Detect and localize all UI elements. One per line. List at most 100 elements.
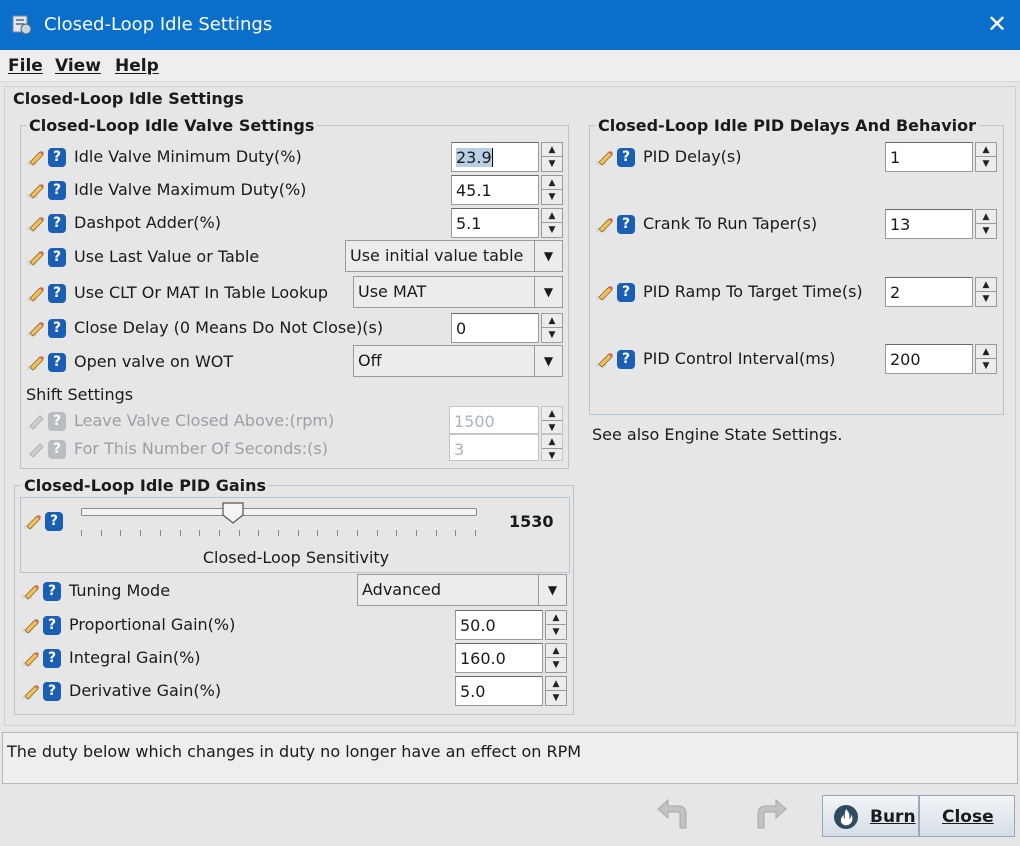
help-icon[interactable]: ? [43, 582, 61, 601]
spin-down-icon[interactable]: ▼ [542, 328, 562, 342]
last-value-dropdown[interactable]: Use initial value table ▼ [345, 240, 563, 272]
interval-spinner[interactable]: ▲ ▼ [975, 344, 997, 374]
pencil-icon[interactable] [26, 320, 46, 338]
spin-up-icon[interactable]: ▲ [976, 345, 996, 359]
integral-input[interactable]: 160.0 [455, 643, 543, 673]
spin-down-icon[interactable]: ▼ [542, 157, 562, 171]
spin-up-icon[interactable]: ▲ [976, 143, 996, 157]
help-icon[interactable]: ? [48, 284, 66, 303]
spin-up-icon[interactable]: ▲ [976, 210, 996, 224]
help-icon[interactable]: ? [43, 682, 61, 701]
help-icon[interactable]: ? [45, 512, 63, 531]
close-delay-spinner[interactable]: ▲ ▼ [541, 313, 563, 343]
spin-up-icon[interactable]: ▲ [976, 278, 996, 292]
spin-down-icon[interactable]: ▼ [976, 359, 996, 373]
chevron-down-icon[interactable]: ▼ [534, 277, 562, 307]
min-duty-input[interactable]: 23.9 [451, 142, 539, 172]
ramp-spinner[interactable]: ▲ ▼ [975, 277, 997, 307]
pencil-icon[interactable] [595, 351, 615, 369]
chevron-down-icon[interactable]: ▼ [534, 346, 562, 376]
pencil-icon[interactable] [595, 284, 615, 302]
help-icon[interactable]: ? [48, 148, 66, 167]
help-icon[interactable]: ? [617, 350, 635, 369]
pencil-icon[interactable] [23, 513, 43, 531]
pencil-icon[interactable] [26, 149, 46, 167]
pencil-icon[interactable] [26, 354, 46, 372]
spin-down-icon[interactable]: ▼ [542, 190, 562, 204]
help-icon[interactable]: ? [48, 214, 66, 233]
see-also-text: See also Engine State Settings. [592, 425, 843, 444]
dashpot-spinner[interactable]: ▲ ▼ [541, 208, 563, 238]
panel-title: Closed-Loop Idle Settings [10, 89, 247, 108]
help-icon[interactable]: ? [617, 215, 635, 234]
help-icon[interactable]: ? [48, 181, 66, 200]
pid-delay-spinner[interactable]: ▲ ▼ [975, 142, 997, 172]
help-icon[interactable]: ? [48, 353, 66, 372]
slider-tick [415, 530, 417, 536]
last-value-selected: Use initial value table [350, 246, 524, 265]
clt-mat-dropdown[interactable]: Use MAT ▼ [353, 276, 563, 308]
chevron-down-icon[interactable]: ▼ [538, 575, 566, 605]
integral-spinner[interactable]: ▲ ▼ [545, 643, 567, 673]
proportional-spinner[interactable]: ▲ ▼ [545, 610, 567, 640]
slider-thumb[interactable] [222, 502, 245, 524]
pencil-icon[interactable] [21, 617, 41, 635]
derivative-input[interactable]: 5.0 [455, 676, 543, 706]
spin-up-icon[interactable]: ▲ [542, 143, 562, 157]
pencil-icon[interactable] [26, 182, 46, 200]
spin-down-icon[interactable]: ▼ [546, 691, 566, 705]
spin-down-icon[interactable]: ▼ [546, 658, 566, 672]
menu-view[interactable]: View [55, 56, 101, 76]
pencil-icon[interactable] [21, 683, 41, 701]
spin-down-icon[interactable]: ▼ [542, 223, 562, 237]
min-duty-spinner[interactable]: ▲ ▼ [541, 142, 563, 172]
close-label: Close [942, 807, 994, 827]
max-duty-input[interactable]: 45.1 [451, 175, 539, 205]
burn-button[interactable]: Burn [822, 795, 919, 837]
close-delay-input[interactable]: 0 [451, 313, 539, 343]
close-window-icon[interactable]: ✕ [985, 12, 1009, 36]
slider-track[interactable] [81, 508, 477, 516]
crank-taper-label: Crank To Run Taper(s) [643, 214, 818, 233]
pencil-icon[interactable] [26, 285, 46, 303]
spin-up-icon[interactable]: ▲ [546, 611, 566, 625]
open-wot-dropdown[interactable]: Off ▼ [353, 345, 563, 377]
crank-taper-input[interactable]: 13 [885, 209, 973, 239]
proportional-input[interactable]: 50.0 [455, 610, 543, 640]
crank-taper-spinner[interactable]: ▲ ▼ [975, 209, 997, 239]
pid-delay-input[interactable]: 1 [885, 142, 973, 172]
help-icon[interactable]: ? [48, 319, 66, 338]
pencil-icon[interactable] [21, 583, 41, 601]
ramp-input[interactable]: 2 [885, 277, 973, 307]
spin-up-icon[interactable]: ▲ [546, 677, 566, 691]
chevron-down-icon[interactable]: ▼ [534, 241, 562, 271]
derivative-spinner[interactable]: ▲ ▼ [545, 676, 567, 706]
menu-help[interactable]: Help [115, 56, 159, 76]
help-icon[interactable]: ? [617, 283, 635, 302]
help-icon[interactable]: ? [43, 649, 61, 668]
spin-down-icon[interactable]: ▼ [976, 157, 996, 171]
spin-down-icon[interactable]: ▼ [546, 625, 566, 639]
undo-icon[interactable] [656, 796, 692, 832]
spin-down-icon[interactable]: ▼ [976, 224, 996, 238]
pencil-icon[interactable] [21, 650, 41, 668]
pencil-icon[interactable] [26, 215, 46, 233]
dashpot-input[interactable]: 5.1 [451, 208, 539, 238]
help-icon[interactable]: ? [43, 616, 61, 635]
menu-file[interactable]: File [8, 56, 43, 76]
pencil-icon[interactable] [595, 216, 615, 234]
spin-up-icon[interactable]: ▲ [542, 209, 562, 223]
pencil-icon[interactable] [26, 249, 46, 267]
spin-up-icon[interactable]: ▲ [546, 644, 566, 658]
tuning-mode-dropdown[interactable]: Advanced ▼ [357, 574, 567, 606]
max-duty-spinner[interactable]: ▲ ▼ [541, 175, 563, 205]
pencil-icon[interactable] [595, 149, 615, 167]
spin-up-icon[interactable]: ▲ [542, 314, 562, 328]
spin-up-icon[interactable]: ▲ [542, 176, 562, 190]
redo-icon[interactable] [752, 796, 788, 832]
spin-down-icon[interactable]: ▼ [976, 292, 996, 306]
close-button[interactable]: Close [919, 795, 1015, 837]
help-icon[interactable]: ? [48, 248, 66, 267]
interval-input[interactable]: 200 [885, 344, 973, 374]
help-icon[interactable]: ? [617, 148, 635, 167]
